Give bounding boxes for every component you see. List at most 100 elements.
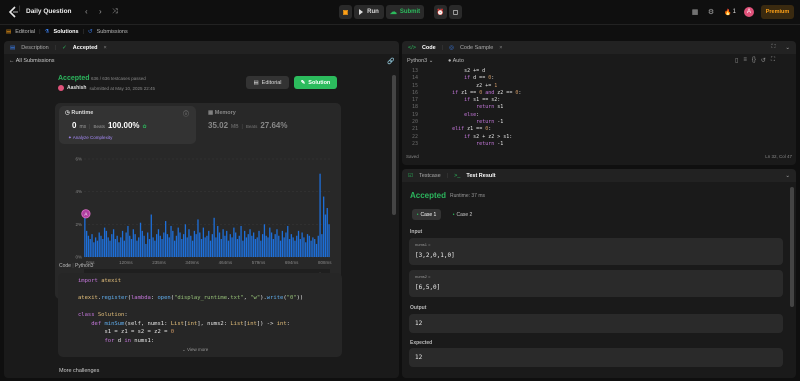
chart-bar [213,217,215,257]
info-icon[interactable]: ⓘ [183,109,189,118]
collapse-icon[interactable]: ⌄ [785,45,790,51]
collapse-icon[interactable]: ⌄ [785,173,790,179]
next-problem-icon[interactable]: › [99,7,102,16]
problem-list-title[interactable]: Daily Question [26,8,72,15]
chart-bar [168,237,170,257]
reset-icon[interactable]: ↺ [761,57,766,64]
nav-editorial[interactable]: Editorial [15,29,35,35]
notes-button[interactable]: ▢ [449,5,462,19]
share-link-icon[interactable]: 🔗 [387,58,394,65]
left-scrollbar[interactable] [392,75,396,215]
play-icon [359,9,364,15]
chart-bar [265,235,267,257]
chart-bar [328,224,330,257]
avatar[interactable]: A [744,7,754,17]
chart-bar [296,235,298,257]
chart-bar [283,237,285,257]
chart-bar [103,227,106,257]
chart-bar [114,239,117,257]
editor-line: 23 return -1 [411,140,504,147]
analyze-complexity-link[interactable]: ✦ Analyze Complexity [68,135,112,141]
chart-bar [141,230,143,257]
expand-icon[interactable]: ⛶ [771,57,775,64]
chart-bar [218,232,221,257]
back-link[interactable]: ← All Submissions [9,58,55,64]
submission-status: Accepted [58,75,90,82]
premium-button[interactable]: Premium [761,5,794,19]
lock-icon: ● [448,58,452,64]
chart-bar [116,235,118,257]
history-icon: ↺ [87,28,93,35]
chart-bar [272,239,275,257]
chart-bar [301,232,303,257]
auto-toggle[interactable]: ● Auto [448,58,464,64]
nums2-value: [6,5,0] [415,284,441,291]
submitted-time: submitted at May 10, 2025 22:45 [89,85,155,91]
chart-bar [222,229,224,257]
nav-submissions[interactable]: Submissions [97,29,128,35]
tab-testcase[interactable]: Testcase [419,173,441,179]
y-tick-label: 6% [75,157,82,162]
submit-button[interactable]: ☁ Submit [386,5,424,19]
chart-bar [127,225,129,257]
chart-bar [209,240,212,257]
leetcode-logo-icon[interactable] [8,6,19,18]
sub-nav: ▤ Editorial | ⚗ Solutions | ↺ Submission… [0,24,800,38]
chart-bar [138,237,140,257]
output-box[interactable]: 12 [409,314,783,333]
case-1-tab[interactable]: • Case 1 [412,209,441,220]
debug-button[interactable]: ▣ [339,5,352,19]
braces-icon[interactable]: {} [752,57,756,64]
language-select[interactable]: Python3 ⌄ [407,58,433,64]
tab-test-result[interactable]: Test Result [466,173,495,179]
chart-bar [308,235,310,257]
nums2-box[interactable]: nums2 = [6,5,0] [409,270,783,297]
runtime-unit: ms [79,124,87,130]
chart-bar [299,239,301,257]
code-editor[interactable]: 13 s2 += d 14 if d == 0: 15 z2 += 1 16 if z… [404,68,784,148]
code-line: class Solution: [78,312,128,318]
chart-bar [321,234,323,257]
editorial-button[interactable]: ▤ Editorial [246,76,289,89]
chart-bar [254,239,257,257]
tab-code[interactable]: Code [422,45,436,51]
user-name[interactable]: Aashish [67,85,86,91]
runtime-title: ◷ Runtime [65,110,93,116]
streak-counter[interactable]: 🔥 1 [722,5,738,19]
nav-solutions[interactable]: Solutions [53,29,78,35]
solution-button[interactable]: ✎ Solution [294,76,337,89]
bookmark-icon[interactable]: ▯ [735,57,738,64]
layout-icon[interactable]: ▦ [690,5,700,19]
chart-bar [251,235,253,257]
result-scrollbar[interactable] [790,187,794,307]
tab-accepted[interactable]: Accepted [73,45,98,51]
settings-icon[interactable]: ⚙ [706,5,716,19]
memory-title[interactable]: ▦ Memory [208,110,236,116]
format-icon[interactable]: ≡ [743,57,747,64]
chart-bar [202,227,205,257]
case-1-label: Case 1 [420,211,437,218]
maximize-icon[interactable]: ⛶ [772,44,776,51]
tab-description[interactable]: Description [21,45,49,51]
marker-initial: A [84,212,87,217]
run-button[interactable]: Run [354,5,384,19]
chart-bar [102,239,104,257]
view-more-link[interactable]: ⌄ View more [182,347,208,353]
expected-box[interactable]: 12 [409,348,783,367]
chart-bar [100,235,102,257]
chart-bar [229,234,231,257]
chart-bar [148,239,151,257]
tab-code-sample[interactable]: Code Sample [460,45,493,51]
close-icon[interactable]: × [499,45,502,51]
chart-bar [314,239,316,257]
chart-bar [143,235,145,257]
timer-button[interactable]: ⏰ [434,5,447,19]
shuffle-icon[interactable]: ⤨ [112,8,118,16]
nums1-box[interactable]: nums1 = [3,2,0,1,0] [409,238,783,265]
close-icon[interactable]: × [104,45,107,51]
chip-icon: ▦ [208,110,214,116]
chart-bar [215,237,217,257]
chart-bar [85,230,88,257]
case-2-tab[interactable]: • Case 2 [448,209,477,220]
prev-problem-icon[interactable]: ‹ [85,7,88,16]
